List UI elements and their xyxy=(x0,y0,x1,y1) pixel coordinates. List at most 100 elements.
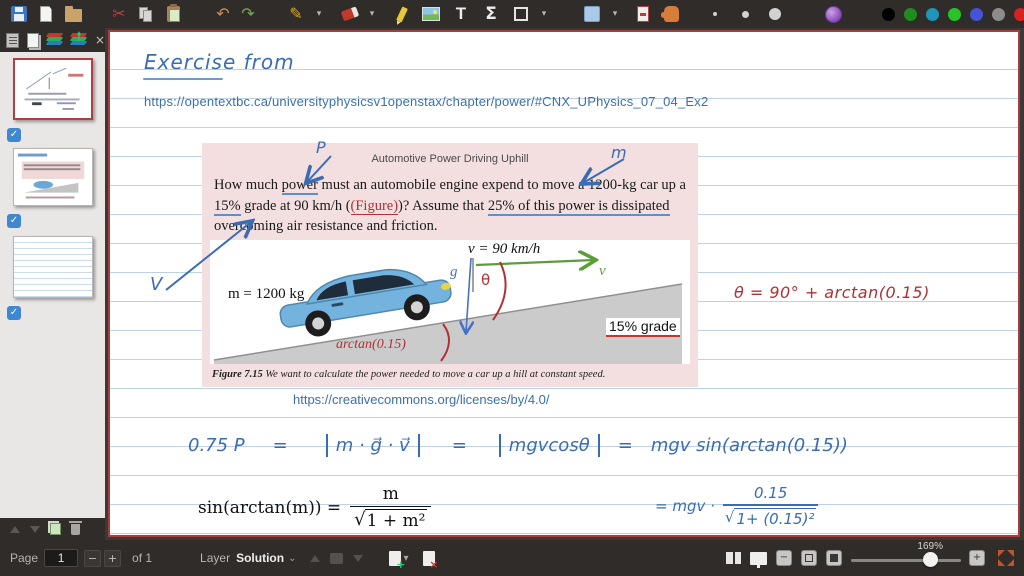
pen-size-thick-button[interactable] xyxy=(764,2,786,26)
figure-link[interactable]: (Figure) xyxy=(350,197,399,215)
fullscreen-button[interactable] xyxy=(998,550,1014,566)
zoom-slider[interactable]: 169% xyxy=(851,541,961,573)
color-swatch-teal[interactable] xyxy=(926,7,939,21)
presentation-mode-button[interactable] xyxy=(750,551,767,568)
zoom-slider-track[interactable] xyxy=(851,559,961,562)
delete-page-button[interactable]: × xyxy=(422,550,439,570)
tab-layer-add[interactable] xyxy=(69,32,88,49)
copy-button[interactable] xyxy=(135,2,157,26)
new-document-button[interactable] xyxy=(35,2,57,26)
radicand: 1 + m² xyxy=(364,509,428,531)
page-1-checkbox[interactable]: ✓ xyxy=(7,128,21,142)
insert-image-button[interactable] xyxy=(420,2,442,26)
page-2-checkbox[interactable]: ✓ xyxy=(7,214,21,228)
layer-select[interactable]: Solution xyxy=(236,551,284,565)
color-swatch-blue[interactable] xyxy=(970,7,983,21)
eraser-tool-button[interactable] xyxy=(338,2,360,26)
notebook-page[interactable]: Exercise from https://opentextbc.ca/univ… xyxy=(108,30,1020,537)
thumbnail-page-1[interactable] xyxy=(13,58,93,120)
equals-sign: = xyxy=(617,435,633,456)
color-swatch-gray[interactable] xyxy=(992,7,1005,21)
tab-contents[interactable] xyxy=(6,32,19,49)
tab-page-preview[interactable] xyxy=(27,32,39,49)
body-text: must an automobile engine expend to move… xyxy=(317,177,686,193)
highlighter-tool-button[interactable] xyxy=(391,2,413,26)
vertical-space-tool-button[interactable] xyxy=(632,2,654,26)
pen-tool-button[interactable]: ✎ xyxy=(285,2,307,26)
cut-button[interactable]: ✂ xyxy=(108,2,130,26)
mass-label: m = 1200 kg xyxy=(228,286,305,302)
theta-equation: θ = 90° + arctan(0.15) xyxy=(734,283,930,302)
color-swatch-red[interactable] xyxy=(1014,7,1024,21)
zoom-slider-knob[interactable] xyxy=(923,552,938,567)
zoom-in-button[interactable]: + xyxy=(969,550,985,566)
view-controls: − 169% + xyxy=(726,541,1014,573)
underlined-grade: 15% xyxy=(214,197,241,216)
save-icon xyxy=(11,6,27,22)
color-swatch-black[interactable] xyxy=(882,7,895,21)
underlined-dissipated: 25% of this power is dissipated xyxy=(487,197,670,216)
eraser-icon xyxy=(340,6,358,22)
scissors-icon: ✂ xyxy=(112,4,126,23)
copy-icon xyxy=(138,6,154,22)
redo-button[interactable]: ↷ xyxy=(237,2,259,26)
theta-arc-stroke xyxy=(492,261,507,321)
math-tex-tool-button[interactable]: Σ xyxy=(480,2,502,26)
annotation-V: V xyxy=(150,274,163,295)
fraction-numerator: m xyxy=(382,484,399,504)
sidebar-close-button[interactable]: × xyxy=(95,33,105,47)
page-number-input[interactable]: 1 xyxy=(44,549,79,567)
layer-add-icon xyxy=(69,33,88,47)
page-3-checkbox[interactable]: ✓ xyxy=(7,306,21,320)
zoom-100-icon xyxy=(830,554,838,562)
fraction-numerator: 0.15 xyxy=(753,484,788,502)
copy-page-icon[interactable] xyxy=(50,523,61,535)
move-page-down-icon[interactable] xyxy=(30,525,40,533)
stylus-tool-button[interactable] xyxy=(822,2,844,26)
tab-layers[interactable] xyxy=(45,32,64,49)
zoom-out-button[interactable]: − xyxy=(776,550,792,566)
hand-tool-button[interactable] xyxy=(660,2,682,26)
page-count-label: of 1 xyxy=(132,551,153,565)
main-toolbar: ✂ ↶ ↷ ✎ ▾ ▾ T Σ ▾ ▾ xyxy=(0,0,1024,28)
trash-icon[interactable] xyxy=(69,520,82,535)
pen-size-fine-button[interactable] xyxy=(704,2,726,26)
color-swatch-bright-green[interactable] xyxy=(948,7,961,21)
thumbnail-page-2[interactable] xyxy=(13,148,93,206)
dual-page-view-button[interactable] xyxy=(726,552,741,564)
chevron-down-icon: ▾ xyxy=(316,9,322,19)
save-button[interactable] xyxy=(8,2,30,26)
check-icon: ✓ xyxy=(9,215,19,226)
thick-dot-icon xyxy=(769,8,781,20)
caption-text: We want to calculate the power needed to… xyxy=(262,369,606,380)
pen-options-dropdown[interactable]: ▾ xyxy=(308,2,330,26)
previous-layer-icon[interactable] xyxy=(310,554,321,562)
page-decrement-button[interactable]: − xyxy=(84,549,102,567)
dual-page-icon xyxy=(726,552,741,564)
select-tool-button[interactable] xyxy=(581,2,603,26)
eraser-options-dropdown[interactable]: ▾ xyxy=(361,2,383,26)
note-title: Exercise from xyxy=(144,50,295,74)
page-increment-button[interactable]: + xyxy=(104,549,122,567)
shape-options-dropdown[interactable]: ▾ xyxy=(533,2,555,26)
move-page-up-icon[interactable] xyxy=(10,525,20,533)
layer-view-icon[interactable] xyxy=(330,552,344,564)
thumbnail-page-3[interactable] xyxy=(13,236,93,298)
pen-size-medium-button[interactable] xyxy=(734,2,756,26)
annotation-P: P xyxy=(316,138,326,157)
paste-button[interactable] xyxy=(162,2,184,26)
add-page-button[interactable]: + xyxy=(389,550,405,570)
zoom-fit-button[interactable] xyxy=(801,550,817,566)
zoom-original-button[interactable] xyxy=(826,550,842,566)
chevron-down-icon[interactable]: ⌄ xyxy=(288,553,296,564)
select-options-dropdown[interactable]: ▾ xyxy=(604,2,626,26)
open-button[interactable] xyxy=(62,2,84,26)
check-icon: ✓ xyxy=(9,129,19,140)
zoom-percentage: 169% xyxy=(917,541,943,552)
annotation-m: m xyxy=(611,143,627,162)
undo-button[interactable]: ↶ xyxy=(212,2,234,26)
text-tool-button[interactable]: T xyxy=(450,2,472,26)
shape-tool-button[interactable] xyxy=(510,2,532,26)
color-swatch-green[interactable] xyxy=(904,7,917,21)
next-layer-icon[interactable] xyxy=(353,554,364,562)
